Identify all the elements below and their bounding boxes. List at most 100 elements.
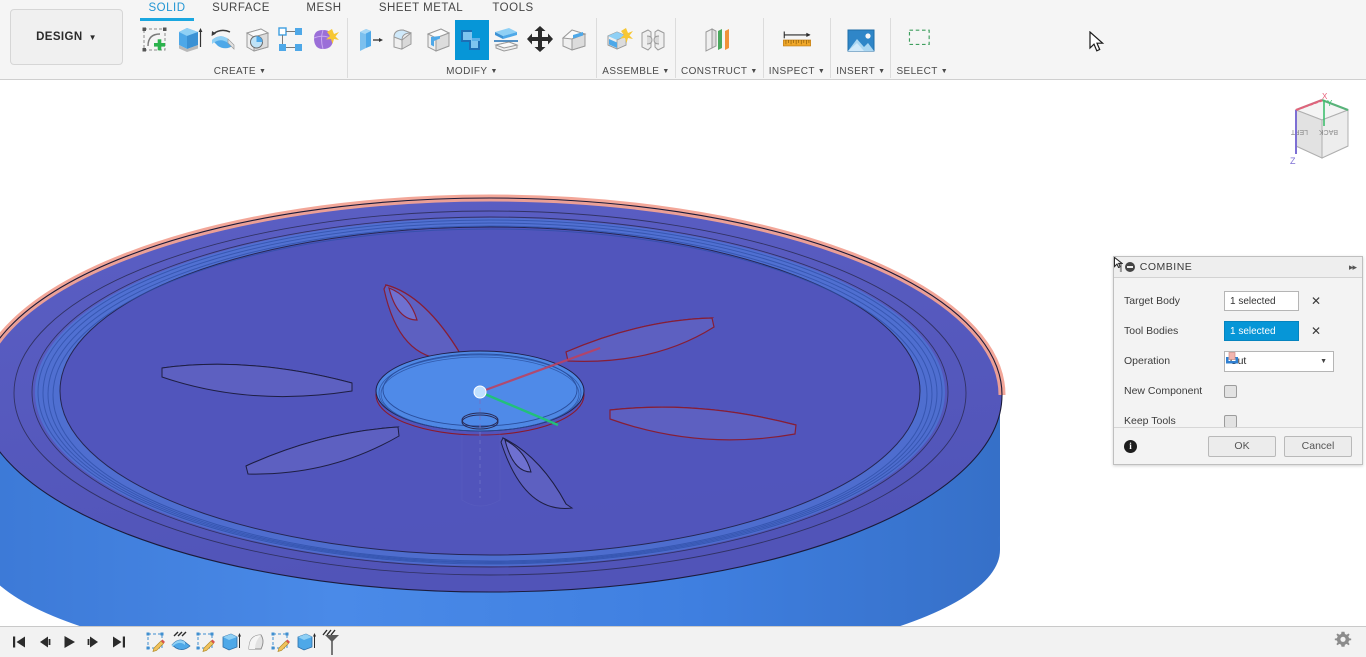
tab-surface[interactable]: SURFACE [198, 0, 284, 18]
combine-dialog-header[interactable]: ||| COMBINE ▸▸ [1114, 257, 1362, 278]
tab-solid[interactable]: SOLID [136, 0, 198, 21]
collapse-icon[interactable] [1124, 262, 1135, 272]
clear-tool-bodies-button[interactable]: ✕ [1311, 325, 1321, 337]
timeline-item-extrude-2[interactable] [293, 629, 318, 655]
create-sketch-icon[interactable] [138, 20, 172, 60]
row-target-body: Target Body 1 selected ✕ [1114, 257, 1362, 316]
new-component-icon[interactable] [602, 20, 636, 60]
ribbon-group-inspect-caption[interactable]: INSPECT ▼ [769, 64, 825, 78]
ok-button[interactable]: OK [1208, 435, 1276, 457]
tab-surface-label: SURFACE [212, 2, 270, 14]
chevron-down-icon: ▼ [940, 67, 949, 75]
timeline-marker[interactable] [318, 629, 343, 655]
ribbon-group-construct-caption[interactable]: CONSTRUCT ▼ [681, 64, 758, 78]
timeline-item-revolve[interactable] [168, 629, 193, 655]
timeline-item-sketch-2[interactable] [193, 629, 218, 655]
chevron-down-icon: ▼ [1320, 357, 1327, 365]
3d-viewport[interactable]: LEFT BACK X Y Z COMMENTS + ▶ ||| COMBINE [0, 80, 1366, 626]
info-icon[interactable]: i [1124, 439, 1137, 453]
extrude-icon[interactable] [172, 20, 206, 60]
target-body-label: Target Body [1124, 295, 1181, 307]
play-icon[interactable] [56, 629, 81, 655]
chevron-down-icon: ▼ [88, 32, 97, 42]
form-icon[interactable] [308, 20, 342, 60]
clear-target-body-button[interactable]: ✕ [1311, 295, 1321, 307]
combine-dialog-footer: i OK Cancel [1114, 427, 1362, 464]
timeline-item-loft[interactable] [243, 629, 268, 655]
new-component-checkbox[interactable] [1224, 384, 1237, 398]
expand-icon[interactable]: ▸▸ [1349, 262, 1357, 273]
window-select-icon[interactable] [905, 20, 939, 60]
mouse-cursor-icon [1089, 31, 1105, 52]
ribbon-group-assemble: ASSEMBLE ▼ [597, 18, 676, 78]
ribbon-tab-bar: SOLID SURFACE MESH SHEET METAL TOOLS [136, 0, 548, 21]
operation-dropdown[interactable]: Cut ▼ [1224, 350, 1334, 372]
tool-bodies-selection[interactable]: 1 selected [1114, 257, 1299, 341]
insert-image-icon[interactable] [844, 20, 878, 60]
go-to-start-icon[interactable] [6, 629, 31, 655]
move-copy-icon[interactable] [523, 20, 557, 60]
tab-tools[interactable]: TOOLS [478, 0, 548, 18]
timeline-item-sketch-3[interactable] [268, 629, 293, 655]
operation-label: Operation [1124, 355, 1171, 367]
cancel-button[interactable]: Cancel [1284, 435, 1352, 457]
row-new-component: New Component [1114, 376, 1362, 406]
ribbon-group-create-caption[interactable]: CREATE ▼ [214, 64, 267, 78]
step-forward-icon[interactable] [81, 629, 106, 655]
cursor-arrow-icon [1114, 257, 1123, 268]
ribbon-group-select: SELECT ▼ [891, 18, 953, 78]
combine-icon[interactable] [455, 20, 489, 60]
tool-bodies-label: Tool Bodies [1124, 325, 1179, 337]
settings-button[interactable] [1334, 631, 1366, 654]
view-cube-axis-y: Y [1327, 99, 1333, 108]
split-body-icon[interactable] [557, 20, 591, 60]
row-operation: Operation Cut ▼ [1114, 346, 1362, 376]
view-cube-face-back: BACK [1319, 128, 1338, 135]
ribbon-group-modify: MODIFY ▼ [348, 18, 597, 78]
workspace-switcher-button[interactable]: DESIGN ▼ [10, 9, 123, 65]
ribbon-group-create: CREATE ▼ [133, 18, 348, 78]
go-to-end-icon[interactable] [106, 629, 131, 655]
ribbon-group-modify-caption[interactable]: MODIFY ▼ [446, 64, 498, 78]
ribbon-group-select-caption[interactable]: SELECT ▼ [896, 64, 948, 78]
tab-mesh-label: MESH [306, 2, 342, 14]
ribbon-group-assemble-caption[interactable]: ASSEMBLE ▼ [602, 64, 669, 78]
timeline-item-sketch[interactable] [143, 629, 168, 655]
tab-mesh[interactable]: MESH [284, 0, 364, 18]
bottom-toolbar [0, 626, 1366, 657]
step-back-icon[interactable] [31, 629, 56, 655]
ribbon-group-inspect: INSPECT ▼ [764, 18, 832, 78]
tab-sheet-metal-label: SHEET METAL [378, 2, 464, 14]
chevron-down-icon: ▼ [817, 67, 826, 75]
chevron-down-icon: ▼ [878, 67, 886, 75]
chevron-down-icon: ▼ [258, 67, 267, 75]
chevron-down-icon: ▼ [750, 67, 758, 75]
fillet-icon[interactable] [387, 20, 421, 60]
pattern-icon[interactable] [274, 20, 308, 60]
chevron-down-icon: ▼ [490, 67, 498, 75]
workspace-switcher-label: DESIGN [36, 31, 83, 43]
press-pull-icon[interactable] [353, 20, 387, 60]
fusion360-window: DESIGN ▼ SOLID SURFACE MESH SHEET METAL … [0, 0, 1366, 657]
revolve-icon[interactable] [206, 20, 240, 60]
joint-icon[interactable] [636, 20, 670, 60]
timeline-features [143, 629, 343, 655]
ribbon-group-construct: CONSTRUCT ▼ [676, 18, 764, 78]
offset-plane-icon[interactable] [702, 20, 736, 60]
sweep-icon[interactable] [240, 20, 274, 60]
target-body-value: 1 selected [1230, 295, 1276, 307]
offset-face-icon[interactable] [489, 20, 523, 60]
view-cube-face-left: LEFT [1290, 128, 1308, 135]
row-tool-bodies: Tool Bodies 1 selected ✕ [1114, 257, 1362, 346]
target-body-selection[interactable]: 1 selected [1114, 257, 1299, 311]
ribbon-group-insert: INSERT ▼ [831, 18, 892, 78]
ribbon-group-insert-caption[interactable]: INSERT ▼ [836, 64, 885, 78]
keep-tools-checkbox[interactable] [1224, 414, 1237, 428]
combine-dialog[interactable]: ||| COMBINE ▸▸ Target Body 1 selected ✕ [1113, 256, 1363, 465]
shell-icon[interactable] [421, 20, 455, 60]
tab-sheet-metal[interactable]: SHEET METAL [364, 0, 478, 18]
timeline-item-extrude[interactable] [218, 629, 243, 655]
measure-icon[interactable] [780, 20, 814, 60]
combine-dialog-title: COMBINE [1139, 261, 1193, 273]
view-cube[interactable]: LEFT BACK X Y Z [1274, 88, 1366, 170]
